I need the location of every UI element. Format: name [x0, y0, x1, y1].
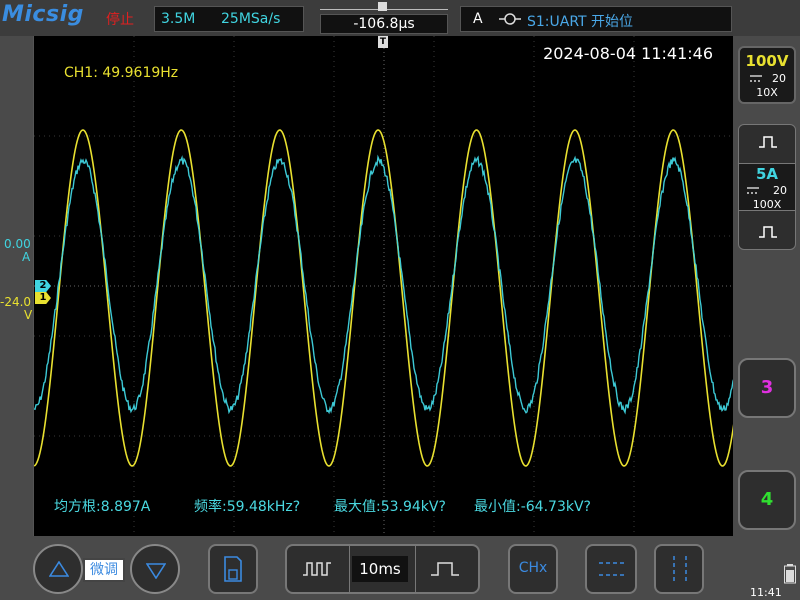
ch2-bandwidth: 20	[773, 184, 787, 197]
top-bar: Micsig 停止 3.5M 25MSa/s -106.8µs A S1:UAR…	[0, 0, 800, 36]
ch1-probe: 10X	[756, 86, 778, 99]
ch4-button[interactable]: 4	[738, 470, 796, 530]
system-clock: 11:41	[750, 586, 782, 599]
ch1-settings-card[interactable]: 100V 20 10X	[738, 46, 796, 104]
trigger-position-marker-icon	[378, 2, 387, 11]
datetime: 2024-08-04 11:41:46	[543, 44, 713, 63]
ch2-offset-unit: A	[22, 250, 31, 264]
coupling-icon	[747, 187, 759, 194]
ch2-panel: 5A 20 100X	[738, 124, 796, 250]
file-save-icon	[224, 556, 242, 582]
horizontal-cursor-button[interactable]	[585, 544, 637, 594]
chx-label: CHx	[518, 560, 548, 576]
ch1-scale: 100V	[745, 52, 789, 70]
ch2-scale: 5A	[755, 165, 779, 183]
triangle-down-icon	[146, 563, 166, 579]
horizontal-position-slider[interactable]	[320, 2, 448, 12]
timebase-increase-button[interactable]	[415, 546, 478, 592]
ch2-settings-card[interactable]: 5A 20 100X	[739, 163, 795, 211]
run-stop-status[interactable]: 停止	[106, 9, 134, 29]
pulse-up-icon[interactable]	[759, 135, 777, 149]
ch1-bandwidth: 20	[772, 72, 786, 85]
waveform-display[interactable]: 2024-08-04 11:41:46 CH1: 49.9619Hz 均方根:8…	[33, 36, 733, 536]
measurement-min[interactable]: 最小值:-64.73kV?	[474, 496, 591, 516]
acquisition-panel[interactable]: 3.5M 25MSa/s	[154, 6, 304, 32]
measurement-max[interactable]: 最大值:53.94kV?	[334, 496, 446, 516]
trigger-edge-icon	[499, 13, 521, 25]
compress-wave-icon	[303, 562, 331, 576]
trigger-source: A	[473, 11, 483, 27]
measurement-rms[interactable]: 均方根:8.897A	[54, 496, 150, 516]
triangle-up-icon	[49, 561, 69, 577]
horizontal-position[interactable]: -106.8µs	[320, 14, 448, 34]
channel-select-button[interactable]: CHx	[508, 544, 558, 594]
vertical-cursor-button[interactable]	[654, 544, 704, 594]
timebase-decrease-button[interactable]	[287, 546, 347, 592]
measurement-frequency[interactable]: 频率:59.48kHz?	[194, 496, 300, 516]
trigger-panel[interactable]: A S1:UART 开始位	[460, 6, 732, 32]
vertical-cursor-icon	[673, 556, 687, 582]
ch2-probe: 100X	[752, 198, 782, 211]
waveform-canvas	[34, 36, 733, 536]
frequency-readout: CH1: 49.9619Hz	[64, 65, 179, 81]
adjust-down-button[interactable]	[130, 544, 180, 594]
expand-wave-icon	[431, 562, 459, 576]
adjust-up-button[interactable]	[33, 544, 83, 594]
timebase-value: 10ms	[352, 556, 408, 582]
memory-depth: 3.5M	[161, 11, 196, 27]
fine-adjust-toggle[interactable]: 微调	[83, 558, 125, 582]
coupling-icon	[750, 75, 762, 82]
ch2-offset: 0.00	[4, 237, 31, 251]
battery-icon	[784, 564, 796, 584]
trigger-mode: S1:UART 开始位	[527, 14, 634, 30]
brand-logo: Micsig	[2, 2, 84, 27]
ch3-button[interactable]: 3	[738, 358, 796, 418]
horizontal-cursor-icon	[599, 562, 625, 576]
save-button[interactable]	[208, 544, 258, 594]
ch1-offset: -24.0	[0, 295, 32, 309]
pulse-down-icon[interactable]	[759, 225, 777, 239]
sample-rate: 25MSa/s	[221, 11, 281, 27]
trigger-time-marker-icon[interactable]: T	[378, 36, 388, 48]
ch1-offset-unit: V	[24, 308, 33, 322]
